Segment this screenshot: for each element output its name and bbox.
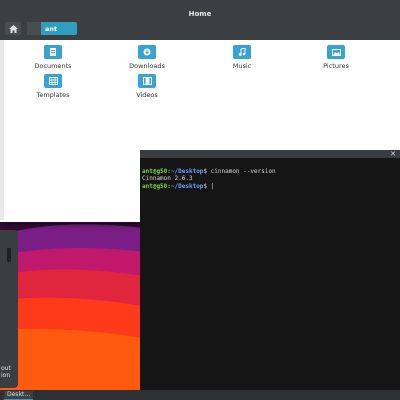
downloads-folder-icon <box>138 45 156 59</box>
videos-folder-icon <box>138 74 156 88</box>
folder-templates[interactable]: Templates <box>23 74 83 99</box>
folder-label: Documents <box>34 62 72 70</box>
home-button[interactable] <box>5 22 21 35</box>
breadcrumb-current[interactable]: ant <box>41 25 57 33</box>
terminal-line: ant@g50:~/Desktop$ | <box>142 182 215 190</box>
terminal-titlebar[interactable]: ✕ <box>140 150 400 158</box>
breadcrumb[interactable]: ant <box>27 22 77 35</box>
file-manager-titlebar[interactable]: Home ant <box>0 0 400 40</box>
music-folder-icon <box>233 45 251 59</box>
folder-label: Music <box>232 62 252 70</box>
folder-downloads[interactable]: Downloads <box>117 45 177 70</box>
folder-videos[interactable]: Videos <box>117 74 177 99</box>
close-icon[interactable]: ✕ <box>390 150 396 158</box>
templates-folder-icon <box>44 74 62 88</box>
folder-label: Pictures <box>323 62 349 70</box>
home-icon <box>8 24 18 33</box>
pictures-folder-icon <box>327 45 345 59</box>
panel-handle[interactable] <box>7 248 11 262</box>
folder-pictures[interactable]: Pictures <box>306 45 366 70</box>
terminal-line: Cinnamon 2.6.3 <box>142 175 193 182</box>
folder-label: Downloads <box>129 62 165 70</box>
folder-documents[interactable]: Documents <box>23 45 83 70</box>
folder-label: Videos <box>136 91 158 99</box>
terminal-line: ant@g50:~/Desktop$ cinnamon --version <box>142 167 276 175</box>
window-title: Home <box>188 10 212 18</box>
documents-folder-icon <box>44 45 62 59</box>
folder-music[interactable]: Music <box>212 45 272 70</box>
side-panel-text[interactable]: out ion <box>1 365 11 379</box>
sidebar-edge[interactable] <box>0 40 4 220</box>
folder-label: Templates <box>36 91 70 99</box>
terminal-window[interactable]: ✕ ant@g50:~/Desktop$ cinnamon --version C… <box>140 150 400 390</box>
side-panel[interactable]: out ion <box>0 230 18 388</box>
terminal-output[interactable]: ant@g50:~/Desktop$ cinnamon --version Cin… <box>142 160 398 205</box>
breadcrumb-root[interactable] <box>27 22 41 35</box>
taskbar: Deskt… <box>0 390 400 400</box>
taskbar-item-desktop[interactable]: Deskt… <box>4 391 34 400</box>
